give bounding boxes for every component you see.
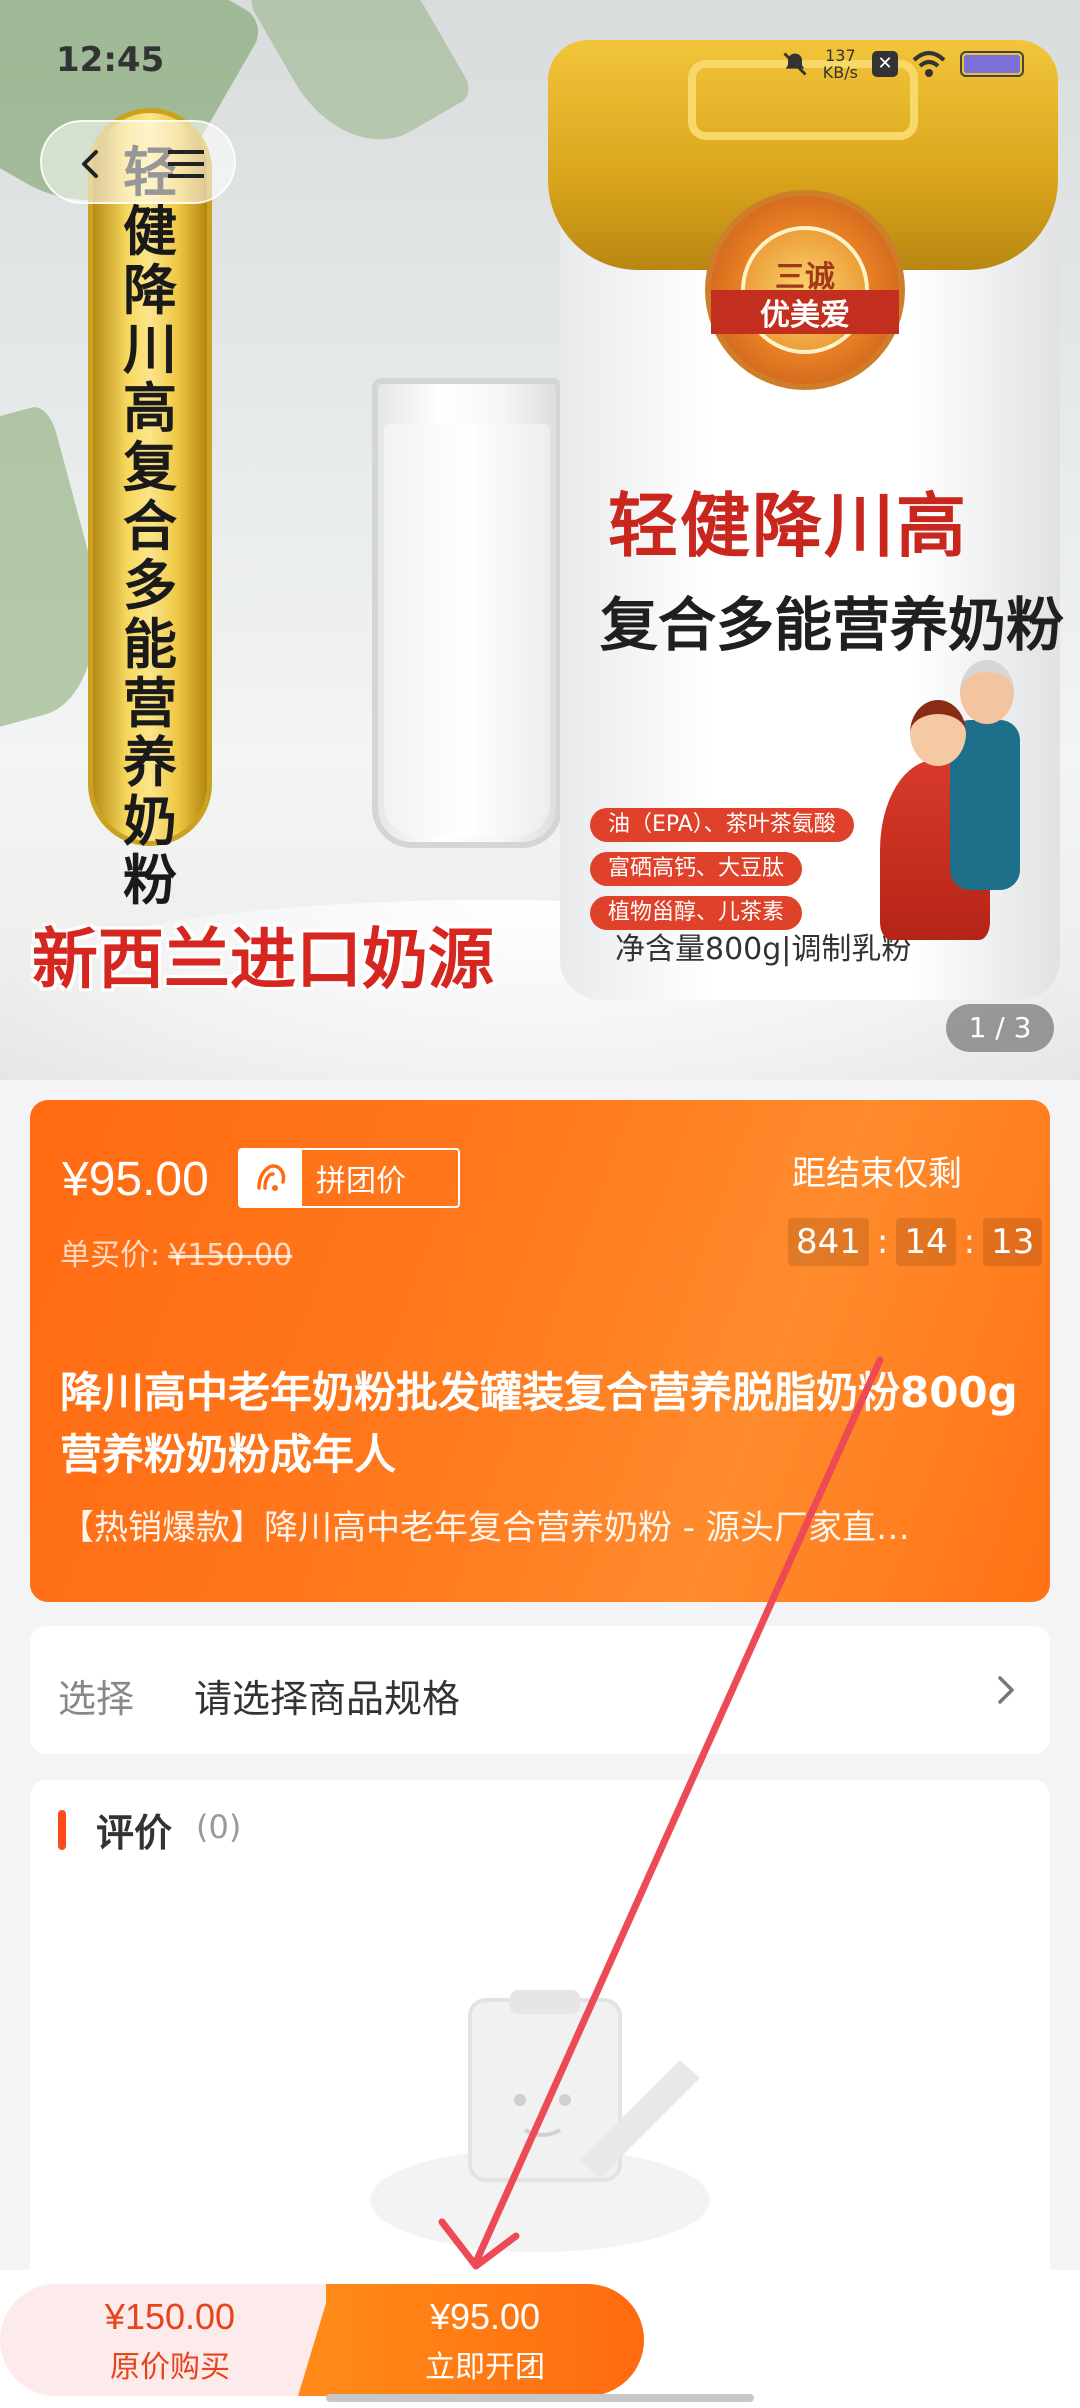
home-indicator [326, 2394, 754, 2402]
back-icon[interactable] [68, 140, 116, 188]
group-tag-label: 拼团价 [316, 1164, 406, 1199]
group-price: ¥95.00 [62, 1153, 209, 1206]
can-title-sub: 复合多能营养奶粉 [600, 591, 1065, 659]
speed-unit: KB/s [822, 63, 858, 82]
product-title: 降川高中老年奶粉批发罐装复合营养脱脂奶粉800g 营养粉奶粉成年人 [60, 1368, 1018, 1479]
banner-char: 降 [123, 259, 177, 322]
review-title: 评价 [96, 1811, 173, 1855]
spec-value: 请选择商品规格 [194, 1677, 461, 1721]
can-feature: 富硒高钙、大豆肽 [590, 852, 803, 886]
section-accent-bar [58, 1810, 66, 1850]
nav-capsule [40, 120, 236, 204]
countdown-label: 距结束仅剩 [792, 1154, 962, 1194]
banner-char: 能 [123, 613, 177, 676]
group-people-icon [240, 1150, 302, 1206]
banner-char: 川 [123, 318, 177, 381]
bottom-action-bar: ¥150.00 原价购买 ¥95.00 立即开团 [0, 2270, 1080, 2408]
x-app-icon: ✕ [872, 51, 898, 77]
can-title-main: 轻健降川高 [608, 485, 968, 567]
single-price: ¥150.00 [168, 1238, 293, 1273]
banner-char: 营 [123, 672, 177, 735]
start-group-buy-button[interactable]: ¥95.00 立即开团 [326, 2284, 644, 2396]
network-speed: 137 KB/s [823, 47, 858, 81]
group-buy-price: ¥95.00 [429, 2296, 541, 2337]
can-feature: 油（EPA）、茶叶茶氨酸 [590, 808, 854, 842]
countdown-hours: 841 [788, 1218, 869, 1266]
banner-char: 奶 [123, 790, 177, 853]
banner-text: 轻健降川高复合多能营养奶粉 [123, 143, 177, 910]
original-price: ¥150.00 [104, 2296, 236, 2337]
banner-char: 复 [123, 436, 177, 499]
speed-value: 137 [825, 46, 856, 65]
group-price-tag: 拼团价 [238, 1148, 460, 1208]
can-net-weight: 净含量800g|调制乳粉 [615, 932, 912, 967]
chevron-right-icon [998, 1676, 1014, 1704]
mute-bell-icon [783, 52, 807, 76]
countdown-timer: 841 : 14 : 13 [788, 1218, 1043, 1266]
countdown-seconds: 13 [983, 1218, 1043, 1266]
countdown-separator: : [963, 1222, 976, 1262]
spec-key: 选择 [58, 1677, 135, 1721]
brand-medal: 三诚 优美爱 [705, 190, 905, 390]
brand-line2: 优美爱 [711, 290, 899, 334]
leaf-decoration [245, 0, 475, 170]
product-subtitle: 【热销爆款】降川高中老年复合营养奶粉 - 源头厂家直… [60, 1508, 910, 1548]
countdown-minutes: 14 [896, 1218, 956, 1266]
banner-char: 高 [123, 377, 177, 440]
banner-char: 健 [123, 200, 177, 263]
elderly-couple-illustration [870, 660, 1040, 940]
banner-char: 多 [123, 554, 177, 617]
spec-selector-row[interactable]: 选择 请选择商品规格 [30, 1626, 1050, 1754]
hero-subtitle: 新西兰进口奶源 [32, 921, 494, 998]
empty-review-icon [370, 1990, 710, 2252]
wifi-icon [912, 51, 946, 77]
original-price-label: 原价购买 [110, 2350, 230, 2385]
banner-char: 养 [123, 731, 177, 794]
status-icons: 137 KB/s ✕ [781, 44, 1024, 84]
menu-icon[interactable] [162, 144, 210, 184]
banner-char: 合 [123, 495, 177, 558]
banner-char: 粉 [123, 849, 177, 912]
image-pager: 1 / 3 [946, 1004, 1054, 1052]
single-price-row: 单买价: ¥150.00 [60, 1230, 292, 1274]
milk-glass [372, 378, 562, 848]
vertical-gold-banner: 轻健降川高复合多能营养奶粉 [88, 108, 212, 910]
group-buy-label: 立即开团 [425, 2350, 545, 2385]
group-buy-price-card: ¥95.00 拼团价 单买价: ¥150.00 距结束仅剩 841 : 14 : … [30, 1100, 1050, 1602]
review-count: (0) [196, 1808, 242, 1846]
status-time: 12:45 [56, 40, 165, 80]
buy-original-price-button[interactable]: ¥150.00 原价购买 [0, 2284, 350, 2396]
countdown-separator: : [876, 1222, 889, 1262]
single-price-label: 单买价: [60, 1238, 161, 1273]
battery-icon [960, 51, 1024, 77]
